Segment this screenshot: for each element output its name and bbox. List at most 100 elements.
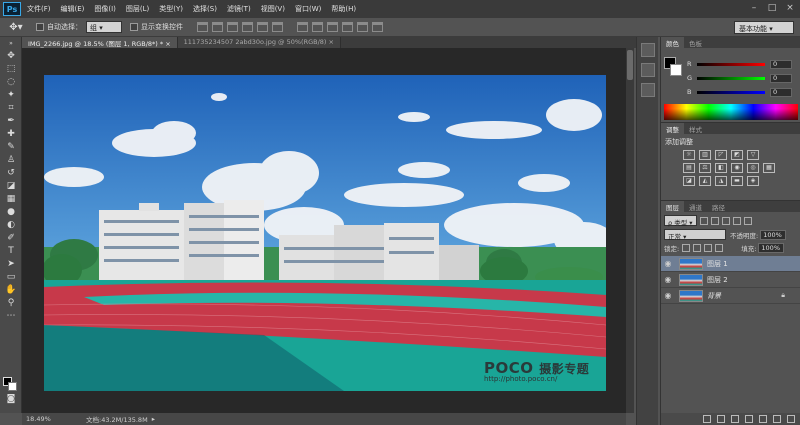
vibrance-icon[interactable]: ▽: [747, 150, 759, 160]
photo-filter-icon[interactable]: ◉: [731, 163, 743, 173]
distribute-right-icon[interactable]: [372, 22, 383, 32]
color-lookup-icon[interactable]: ▦: [763, 163, 775, 173]
type-tool-icon[interactable]: T: [0, 245, 22, 258]
curves-icon[interactable]: ◸: [715, 150, 727, 160]
tab-img-2266[interactable]: IMG_2266.jpg @ 18.5% (图层 1, RGB/8*) * ×: [22, 37, 178, 48]
extra-tools-icon[interactable]: ⋯: [0, 310, 22, 323]
filter-adjustment-icon[interactable]: [710, 216, 719, 225]
filter-pixel-icon[interactable]: [699, 216, 708, 225]
blue-value[interactable]: 0: [770, 87, 792, 97]
brush-tool-icon[interactable]: ✎: [0, 141, 22, 154]
layer-row[interactable]: ◉ 背景 🔒︎: [661, 288, 800, 304]
align-bottom-icon[interactable]: [227, 22, 238, 32]
auto-select-dropdown[interactable]: 组 ▾: [86, 21, 122, 33]
vertical-scrollbar[interactable]: [626, 48, 634, 413]
collapse-icon[interactable]: »: [0, 37, 22, 50]
zoom-tool-icon[interactable]: ⚲: [0, 297, 22, 310]
red-value[interactable]: 0: [770, 59, 792, 69]
actions-panel-icon[interactable]: [641, 63, 655, 77]
pen-tool-icon[interactable]: ✐: [0, 232, 22, 245]
tab-second-document[interactable]: 111735234507 2abd30o.jpg @ 50%(RGB/8) ×: [177, 37, 341, 48]
hue-saturation-icon[interactable]: ▤: [683, 163, 695, 173]
gradient-tool-icon[interactable]: ▦: [0, 193, 22, 206]
tab-styles[interactable]: 样式: [684, 123, 707, 134]
link-layers-icon[interactable]: [703, 415, 711, 423]
layer-kind-filter[interactable]: ρ 类型 ▾: [664, 215, 697, 227]
menu-filter[interactable]: 滤镜(T): [227, 4, 251, 14]
lasso-tool-icon[interactable]: ◌: [0, 76, 22, 89]
menu-view[interactable]: 视图(V): [261, 4, 285, 14]
show-transform-checkbox[interactable]: [130, 23, 138, 31]
menu-file[interactable]: 文件(F): [27, 4, 51, 14]
properties-panel-icon[interactable]: [641, 83, 655, 97]
threshold-icon[interactable]: ◮: [715, 176, 727, 186]
delete-layer-icon[interactable]: [787, 415, 795, 423]
visibility-eye-icon[interactable]: ◉: [661, 259, 675, 268]
layer-style-icon[interactable]: [717, 415, 725, 423]
red-slider[interactable]: [697, 62, 765, 66]
opacity-input[interactable]: 100%: [760, 229, 787, 240]
eyedropper-tool-icon[interactable]: ✒: [0, 115, 22, 128]
brightness-contrast-icon[interactable]: ☼: [683, 150, 695, 160]
align-left-icon[interactable]: [242, 22, 253, 32]
crop-tool-icon[interactable]: ⌗: [0, 102, 22, 115]
distribute-top-icon[interactable]: [297, 22, 308, 32]
layer-row[interactable]: ◉ 图层 2: [661, 272, 800, 288]
menu-type[interactable]: 类型(Y): [159, 4, 183, 14]
status-menu-icon[interactable]: ▸: [152, 415, 155, 423]
tab-color[interactable]: 颜色: [661, 37, 684, 48]
path-selection-tool-icon[interactable]: ➤: [0, 258, 22, 271]
levels-icon[interactable]: ▥: [699, 150, 711, 160]
lock-all-icon[interactable]: [715, 244, 724, 252]
eraser-tool-icon[interactable]: ◪: [0, 180, 22, 193]
quick-mask-icon[interactable]: ◙: [0, 393, 22, 406]
history-panel-icon[interactable]: [641, 43, 655, 57]
canvas-area[interactable]: POCO 摄影专题 http://photo.poco.cn/: [22, 48, 626, 413]
document-image[interactable]: POCO 摄影专题 http://photo.poco.cn/: [44, 75, 606, 391]
align-hcenter-icon[interactable]: [257, 22, 268, 32]
visibility-eye-icon[interactable]: ◉: [661, 275, 675, 284]
align-top-icon[interactable]: [197, 22, 208, 32]
distribute-left-icon[interactable]: [342, 22, 353, 32]
tab-swatches[interactable]: 色板: [684, 37, 707, 48]
menu-select[interactable]: 选择(S): [193, 4, 217, 14]
blue-slider[interactable]: [697, 90, 765, 94]
lock-pixels-icon[interactable]: [693, 244, 702, 252]
distribute-hcenter-icon[interactable]: [357, 22, 368, 32]
new-group-icon[interactable]: [759, 415, 767, 423]
filter-smart-icon[interactable]: [743, 216, 752, 225]
move-tool-preset-icon[interactable]: ✥▾: [4, 20, 28, 34]
maximize-icon[interactable]: □: [766, 2, 778, 14]
rectangle-tool-icon[interactable]: ▭: [0, 271, 22, 284]
lock-position-icon[interactable]: [704, 244, 713, 252]
blur-tool-icon[interactable]: ●: [0, 206, 22, 219]
align-vcenter-icon[interactable]: [212, 22, 223, 32]
history-brush-tool-icon[interactable]: ↺: [0, 167, 22, 180]
color-balance-icon[interactable]: ⚖: [699, 163, 711, 173]
minimize-icon[interactable]: –: [748, 2, 760, 14]
menu-layer[interactable]: 图层(L): [126, 4, 149, 14]
distribute-vcenter-icon[interactable]: [312, 22, 323, 32]
green-value[interactable]: 0: [770, 73, 792, 83]
lock-transparent-icon[interactable]: [682, 244, 691, 252]
workspace-dropdown[interactable]: 基本功能 ▾: [734, 21, 794, 34]
move-tool-icon[interactable]: ✥: [0, 50, 22, 63]
posterize-icon[interactable]: ◭: [699, 176, 711, 186]
tab-layers[interactable]: 图层: [661, 201, 684, 212]
menu-edit[interactable]: 编辑(E): [61, 4, 85, 14]
new-adjustment-icon[interactable]: [745, 415, 753, 423]
zoom-level[interactable]: 18.49%: [26, 415, 66, 423]
green-slider[interactable]: [697, 76, 765, 80]
clone-stamp-tool-icon[interactable]: ♙: [0, 154, 22, 167]
close-icon[interactable]: ×: [784, 2, 796, 14]
dodge-tool-icon[interactable]: ◐: [0, 219, 22, 232]
menu-help[interactable]: 帮助(H): [331, 4, 356, 14]
selective-color-icon[interactable]: ◈: [747, 176, 759, 186]
distribute-bottom-icon[interactable]: [327, 22, 338, 32]
tab-channels[interactable]: 通道: [684, 201, 707, 212]
invert-icon[interactable]: ◪: [683, 176, 695, 186]
healing-brush-tool-icon[interactable]: ✚: [0, 128, 22, 141]
tab-adjustments[interactable]: 调整: [661, 123, 684, 134]
align-right-icon[interactable]: [272, 22, 283, 32]
color-panel-background-swatch[interactable]: [670, 64, 682, 76]
